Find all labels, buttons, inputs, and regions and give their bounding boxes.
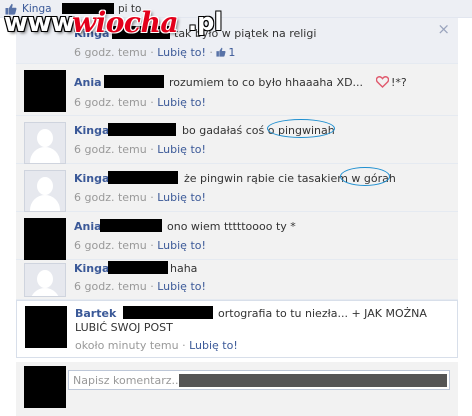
comment-composer: Napisz komentarz... [16,362,458,416]
separator: · [150,46,154,59]
comment-text: że pingwin rąbie cie tasakiem w górah [184,172,396,185]
comment-text: rozumiem to co było hhaaaha XD... [169,76,364,89]
comment-author[interactable]: Ania [74,220,102,233]
separator: · [150,143,154,156]
comment-author[interactable]: Bartek [75,307,116,320]
comment-emote: !*? [391,76,407,89]
comment-text: ortografia to tu niezła... + JAK MOŻNA [218,307,427,320]
comment-time[interactable]: 6 godz. temu [74,191,147,204]
comment-text: haha [170,262,198,275]
heart-icon [376,76,389,88]
comment-item: Kinga haha 6 godz. temu · Lubię to! [16,260,458,300]
comment-author[interactable]: Kinga [74,172,109,185]
close-icon[interactable]: × [437,22,450,37]
comment-text: bo gadałaś coś o pingwinah [182,124,335,137]
comment-meta: 6 godz. temu · Lubię to! [74,191,206,204]
like-link[interactable]: Lubię to! [157,191,206,204]
comment-item-highlighted: Bartek ortografia to tu niezła... + JAK … [16,300,458,358]
comment-time[interactable]: 6 godz. temu [74,46,147,59]
watermark-prefix: www. [4,8,83,38]
comment-time[interactable]: 6 godz. temu [74,96,147,109]
redacted-name [108,171,178,184]
like-link[interactable]: Lubię to! [157,239,206,252]
comment-meta: 6 godz. temu · Lubię to! [74,280,206,293]
separator: · [150,96,154,109]
comment-author[interactable]: Kinga [74,124,109,137]
separator: · [150,239,154,252]
redacted-name [108,261,168,274]
like-link[interactable]: Lubię to! [157,46,206,59]
comment-time[interactable]: około minuty temu [75,339,179,352]
comment-item: Kinga że pingwin rąbie cie tasakiem w gó… [16,164,458,212]
redacted-name [100,219,162,232]
watermark-brand: wiocha [72,6,178,39]
watermark-tld: .pl [188,8,223,36]
like-link[interactable]: Lubię to! [157,280,206,293]
comment-time[interactable]: 6 godz. temu [74,280,147,293]
like-count[interactable]: 1 [216,46,235,59]
comment-text: ono wiem tttttoooo ty * [167,220,296,233]
avatar[interactable] [24,218,66,260]
like-link[interactable]: Lubię to! [157,143,206,156]
avatar[interactable] [24,263,66,297]
redacted-name [104,75,164,88]
comment-meta: 6 godz. temu · Lubię to! · 1 [74,46,235,59]
avatar[interactable] [25,306,67,348]
like-link[interactable]: Lubię to! [157,96,206,109]
comment-author[interactable]: Kinga [74,262,109,275]
redacted-name [123,306,213,319]
comment-item: Ania ono wiem tttttoooo ty * 6 godz. tem… [16,212,458,260]
comment-meta: 6 godz. temu · Lubię to! [74,239,206,252]
redacted-region [179,374,447,387]
like-link[interactable]: Lubię to! [189,339,238,352]
separator: · [182,339,186,352]
avatar[interactable] [24,170,66,212]
comment-input-placeholder: Napisz komentarz... [73,374,183,387]
avatar[interactable] [24,70,66,112]
comment-input[interactable]: Napisz komentarz... [68,370,450,390]
separator: · [209,46,213,59]
comment-meta: 6 godz. temu · Lubię to! [74,96,206,109]
redacted-name [108,123,176,136]
separator: · [150,191,154,204]
comment-item: Ania rozumiem to co było hhaaaha XD... !… [16,64,458,116]
comment-meta: 6 godz. temu · Lubię to! [74,143,206,156]
comment-item: Kinga bo gadałaś coś o pingwinah 6 godz.… [16,116,458,164]
comment-time[interactable]: 6 godz. temu [74,239,147,252]
like-count-value: 1 [228,46,236,59]
comment-meta: około minuty temu · Lubię to! [75,339,238,352]
comment-author[interactable]: Ania [74,76,102,89]
thumbs-up-icon [216,47,226,57]
separator: · [150,280,154,293]
avatar[interactable] [24,122,66,164]
comment-text-line2: LUBIĆ SWOJ POST [75,321,173,334]
avatar [24,366,66,408]
comment-time[interactable]: 6 godz. temu [74,143,147,156]
